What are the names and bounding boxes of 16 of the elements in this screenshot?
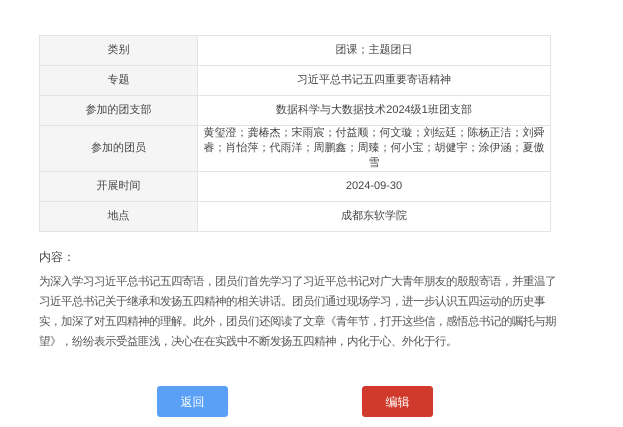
field-label: 专题	[40, 66, 198, 96]
field-label: 类别	[40, 36, 198, 66]
field-value: 成都东软学院	[198, 202, 550, 232]
content-label: 内容：	[39, 249, 76, 266]
field-value: 数据科学与大数据技术2024级1班团支部	[198, 96, 550, 126]
field-label: 开展时间	[40, 172, 198, 202]
field-value: 习近平总书记五四重要寄语精神	[198, 66, 550, 96]
field-value: 团课；主题团日	[198, 36, 550, 66]
field-label: 参加的团员	[40, 126, 198, 172]
content-paragraph: 为深入学习习近平总书记五四寄语，团员们首先学习了习近平总书记对广大青年朋友的殷殷寄语，并重温了习近平总书记关于继承和发扬五四精神的相关讲话。团员们通过现场学习，进一步认识五四运动的历史事实，加深了对五四精神的理解。此外，团员们还阅读了文章《青年节，打开这些信，感悟总书记的嘱托与期望》，纷纷表示受益匪浅，决心在在实践中不断发扬五四精神，内化于心、外化于行。	[39, 274, 557, 350]
field-value: 黄玺澄；龚椿杰；宋雨宸；付益顺；何文璇；刘纭廷；陈杨正洁；刘舜睿；肖怡萍；代雨洋；周鹏鑫；周臻；何小宝；胡健宇；涂伊涵；夏傲雪	[198, 126, 550, 172]
edit-button[interactable]: 编辑	[362, 386, 433, 417]
field-value: 2024-09-30	[198, 172, 550, 202]
back-button[interactable]: 返回	[157, 386, 228, 417]
field-label: 参加的团支部	[40, 96, 198, 126]
field-label: 地点	[40, 202, 198, 232]
